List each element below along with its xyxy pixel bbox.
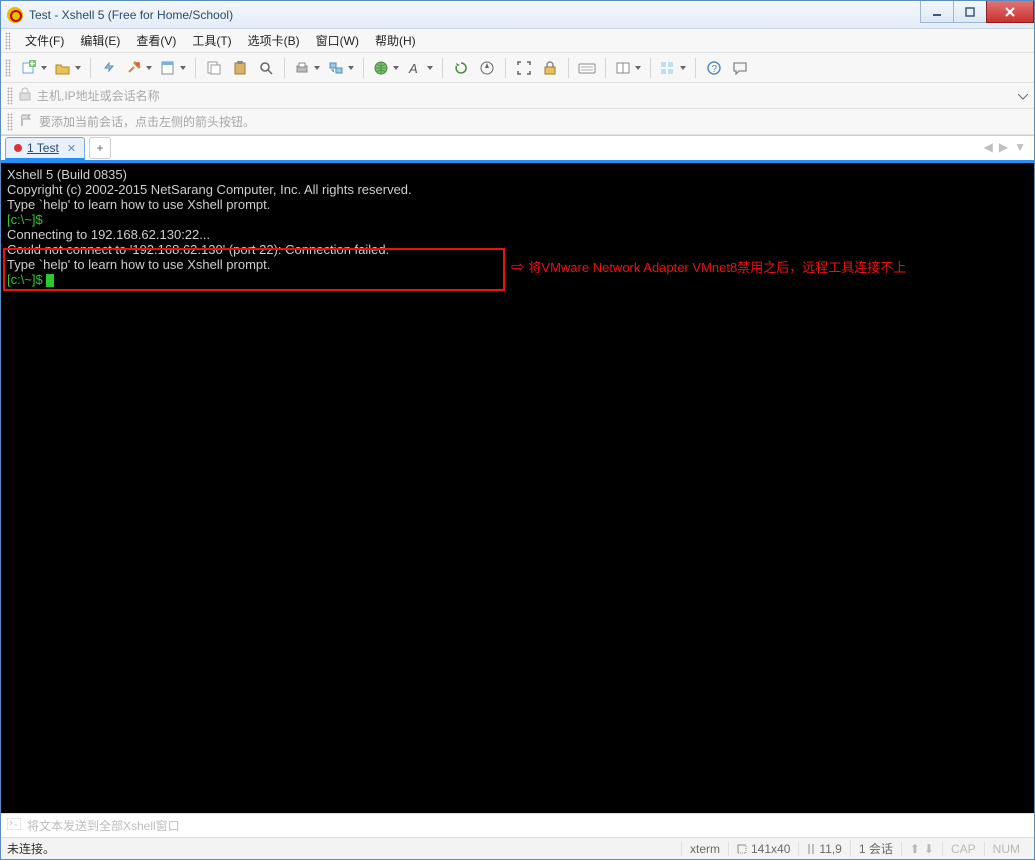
- status-cap: CAP: [942, 842, 984, 856]
- grip-icon: [7, 113, 13, 131]
- disconnect-button[interactable]: [124, 57, 154, 79]
- status-num: NUM: [984, 842, 1028, 856]
- menu-window[interactable]: 窗口(W): [308, 29, 367, 52]
- address-bar[interactable]: 主机,IP地址或会话名称: [1, 83, 1034, 109]
- titlebar: Test - Xshell 5 (Free for Home/School): [1, 1, 1034, 29]
- web-button[interactable]: [371, 57, 401, 79]
- tile-button[interactable]: [658, 57, 688, 79]
- paste-button[interactable]: [229, 57, 251, 79]
- lock-icon: [19, 87, 31, 104]
- arrow-icon: ⇨: [511, 260, 524, 275]
- refresh-button[interactable]: [450, 57, 472, 79]
- menu-help[interactable]: 帮助(H): [367, 29, 424, 52]
- tab-close-icon[interactable]: ✕: [67, 142, 76, 155]
- svg-text:?: ?: [712, 64, 718, 75]
- hint-text: 要添加当前会话，点击左侧的箭头按钮。: [39, 113, 255, 130]
- open-button[interactable]: [53, 57, 83, 79]
- svg-text:A: A: [408, 61, 418, 76]
- status-term: xterm: [681, 842, 728, 856]
- terminal[interactable]: Xshell 5 (Build 0835) Copyright (c) 2002…: [1, 163, 1034, 813]
- menu-file[interactable]: 文件(F): [17, 29, 72, 52]
- grip-icon: [7, 87, 13, 105]
- close-button[interactable]: [986, 1, 1034, 23]
- grip-icon: [5, 32, 11, 50]
- new-session-button[interactable]: [19, 57, 49, 79]
- reconnect-button[interactable]: [98, 57, 120, 79]
- arrow-up-icon: ⬆: [910, 842, 920, 856]
- app-icon: [7, 7, 23, 23]
- tab-strip: 1 Test ✕ + ◀ ▶ ▼: [1, 135, 1034, 160]
- maximize-button[interactable]: [953, 1, 987, 23]
- grip-icon: [5, 59, 11, 77]
- flag-icon[interactable]: [19, 113, 33, 130]
- terminal-icon: [7, 818, 21, 833]
- chat-button[interactable]: [729, 57, 751, 79]
- terminal-line: Xshell 5 (Build 0835): [7, 167, 1028, 182]
- window-title: Test - Xshell 5 (Free for Home/School): [29, 8, 233, 22]
- minimize-button[interactable]: [920, 1, 954, 23]
- layout-button[interactable]: [613, 57, 643, 79]
- menubar: 文件(F) 编辑(E) 查看(V) 工具(T) 选项卡(B) 窗口(W) 帮助(…: [1, 29, 1034, 53]
- prompt: [c:\~]$: [7, 212, 46, 227]
- size-icon: [737, 844, 747, 854]
- cursor: [46, 274, 54, 287]
- status-nav: ⬆⬇: [901, 842, 942, 856]
- annotation: ⇨ 将VMware Network Adapter VMnet8禁用之后，远程工…: [511, 260, 906, 275]
- address-input[interactable]: 主机,IP地址或会话名称: [37, 87, 1018, 104]
- status-pos: 11,9: [798, 842, 849, 856]
- about-button[interactable]: ?: [703, 57, 725, 79]
- toolbar: A ?: [1, 53, 1034, 83]
- tab-test[interactable]: 1 Test ✕: [5, 137, 85, 160]
- tab-next-icon[interactable]: ▶: [999, 140, 1008, 154]
- terminal-line: Connecting to 192.168.62.130:22...: [7, 227, 1028, 242]
- new-tab-button[interactable]: +: [89, 137, 111, 159]
- find-button[interactable]: [255, 57, 277, 79]
- arrow-down-icon: ⬇: [924, 842, 934, 856]
- status-connection: 未连接。: [7, 840, 681, 857]
- menu-tools[interactable]: 工具(T): [184, 29, 239, 52]
- compass-button[interactable]: [476, 57, 498, 79]
- terminal-line: Type `help' to learn how to use Xshell p…: [7, 197, 1028, 212]
- status-dot-icon: [14, 144, 22, 152]
- broadcast-input[interactable]: 将文本发送到全部Xshell窗口: [1, 813, 1034, 837]
- properties-button[interactable]: [158, 57, 188, 79]
- menu-view[interactable]: 查看(V): [128, 29, 184, 52]
- print-button[interactable]: [292, 57, 322, 79]
- menu-edit[interactable]: 编辑(E): [72, 29, 128, 52]
- copy-button[interactable]: [203, 57, 225, 79]
- status-sessions: 1 会话: [850, 840, 901, 857]
- lock-button[interactable]: [539, 57, 561, 79]
- tab-menu-icon[interactable]: ▼: [1014, 140, 1026, 154]
- dropdown-icon[interactable]: [1018, 89, 1028, 103]
- fullscreen-button[interactable]: [513, 57, 535, 79]
- keyboard-button[interactable]: [576, 57, 598, 79]
- tab-prev-icon[interactable]: ◀: [984, 140, 993, 154]
- transfer-button[interactable]: [326, 57, 356, 79]
- status-bar: 未连接。 xterm 141x40 11,9 1 会话 ⬆⬇ CAP NUM: [1, 837, 1034, 859]
- cursor-pos-icon: [807, 843, 815, 855]
- hint-bar: 要添加当前会话，点击左侧的箭头按钮。: [1, 109, 1034, 135]
- annotation-text: 将VMware Network Adapter VMnet8禁用之后，远程工具连…: [528, 260, 906, 275]
- prompt: [c:\~]$: [7, 272, 46, 287]
- broadcast-placeholder: 将文本发送到全部Xshell窗口: [27, 817, 180, 834]
- tab-label: 1 Test: [27, 141, 59, 155]
- terminal-line: Copyright (c) 2002-2015 NetSarang Comput…: [7, 182, 1028, 197]
- terminal-line: Could not connect to '192.168.62.130' (p…: [7, 242, 1028, 257]
- status-size: 141x40: [728, 842, 798, 856]
- font-button[interactable]: A: [405, 57, 435, 79]
- menu-tabs[interactable]: 选项卡(B): [240, 29, 308, 52]
